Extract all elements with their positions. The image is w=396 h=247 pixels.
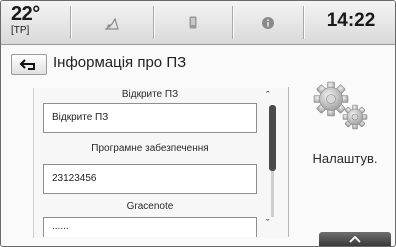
software-version-field[interactable]: 23123456 [43,164,257,194]
page-title: Інформація про ПЗ [53,54,187,71]
tab-info[interactable] [233,1,303,44]
list-item-label: Відкрите ПЗ [121,89,179,100]
tab-separator [303,6,304,39]
status-bar: 22° [TP] 14:22 [1,1,395,45]
temperature-value: 22° [11,3,40,25]
back-arrow-icon [19,58,35,70]
back-button[interactable] [11,54,47,75]
scrollbar-thumb[interactable] [269,105,276,171]
temperature-sub-label: [TP] [11,25,30,36]
tab-phone[interactable] [154,1,232,44]
gracenote-field[interactable]: ...... [43,217,257,237]
scroll-up-icon[interactable]: ˆ [266,91,270,102]
open-software-field[interactable]: Відкрите ПЗ [43,103,257,133]
music-note-icon [104,17,119,30]
settings-button[interactable] [303,73,383,135]
tab-audio[interactable] [71,1,153,44]
clock: 14:22 [326,10,376,31]
phone-icon [189,16,197,29]
settings-label[interactable]: Налаштув. [299,151,391,166]
temperature-display[interactable]: 22° [TP] [11,4,40,36]
chevron-up-icon [349,235,361,243]
collapse-button[interactable] [319,232,391,246]
list-item-label: Gracenote [126,201,174,212]
list-item-label: Програмне забезпечення [91,143,209,154]
scroll-down-icon[interactable]: ˇ [266,219,270,230]
info-circle-icon [262,16,274,29]
screen-frame: 22° [TP] 14:22 Інформація про ПЗ Відкрит… [0,0,396,247]
divider [288,87,289,237]
gears-icon [313,81,368,130]
